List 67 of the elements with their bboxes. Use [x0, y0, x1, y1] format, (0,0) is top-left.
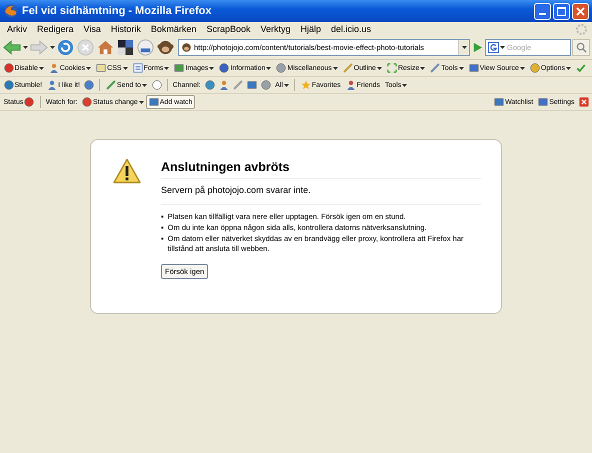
stop-icon — [77, 39, 94, 56]
reload-icon — [57, 39, 74, 56]
caret-icon — [376, 66, 382, 70]
caret-icon — [23, 46, 28, 49]
monkey-icon — [157, 39, 174, 56]
error-title: Anslutningen avbröts — [161, 160, 481, 179]
menu-item[interactable]: Visa — [78, 24, 106, 34]
menu-item[interactable]: Historik — [106, 24, 146, 34]
minimize-button[interactable] — [534, 2, 551, 20]
caret-icon — [122, 66, 128, 70]
star-icon — [300, 80, 311, 90]
back-arrow-icon — [3, 40, 21, 55]
minimize-icon — [539, 12, 546, 14]
toolbar-icon-button[interactable] — [156, 39, 175, 56]
arrows-icon — [386, 63, 397, 73]
caret-icon — [38, 66, 44, 70]
close-icon — [576, 6, 585, 16]
menu-item[interactable]: Bokmärken — [146, 24, 202, 34]
caret-icon — [50, 46, 55, 49]
caret-icon — [164, 66, 170, 70]
caret-icon — [266, 66, 272, 70]
person-icon — [218, 80, 229, 90]
caret-icon — [86, 66, 92, 70]
g-logo-icon — [488, 42, 499, 53]
reload-button[interactable] — [56, 39, 75, 56]
play-icon — [472, 42, 483, 53]
menu-item[interactable]: Verktyg — [255, 24, 296, 34]
caret-icon — [209, 66, 214, 70]
search-button[interactable] — [572, 39, 590, 56]
person-icon — [48, 63, 59, 73]
caret-icon — [402, 84, 408, 86]
toolbar-icon-button[interactable] — [150, 78, 164, 92]
caret-icon — [420, 66, 426, 70]
globe-fox-icon — [4, 4, 18, 18]
form-icon — [132, 63, 143, 73]
maximize-icon — [557, 6, 566, 16]
forward-arrow-icon — [30, 40, 48, 55]
history-dropdown-button[interactable] — [458, 40, 469, 55]
throbber-icon — [575, 23, 588, 36]
check-icon — [576, 63, 586, 73]
error-message: Servern på photojojo.com svarar inte. — [161, 185, 481, 205]
squares-icon — [117, 39, 134, 56]
caret-icon — [566, 66, 571, 70]
caret-icon — [284, 84, 289, 86]
toolbar-icon-button[interactable] — [116, 39, 135, 56]
menu-item[interactable]: Redigera — [32, 24, 79, 34]
caret-icon — [332, 66, 338, 70]
close-icon — [579, 97, 589, 107]
caret-icon — [142, 84, 148, 86]
caret-icon — [138, 100, 144, 104]
warning-icon — [113, 158, 141, 184]
caret-icon — [520, 66, 525, 70]
home-icon — [97, 39, 114, 56]
menu-item[interactable]: del.icio.us — [326, 24, 376, 34]
close-button[interactable] — [572, 2, 589, 20]
caret-icon — [458, 66, 464, 70]
caret-icon — [462, 46, 466, 49]
search-icon — [576, 42, 586, 53]
search-engine-button[interactable] — [486, 42, 507, 53]
window-title: Fel vid sidhämtning - Mozilla Firefox — [22, 5, 212, 17]
maximize-button[interactable] — [553, 2, 570, 20]
caret-icon — [500, 46, 505, 49]
back-button[interactable] — [2, 40, 22, 55]
monkey-icon — [181, 42, 192, 53]
menu-item[interactable]: ScrapBook — [201, 24, 256, 34]
menu-item[interactable]: Hjälp — [295, 24, 326, 34]
menu-item[interactable]: Arkiv — [2, 24, 32, 34]
